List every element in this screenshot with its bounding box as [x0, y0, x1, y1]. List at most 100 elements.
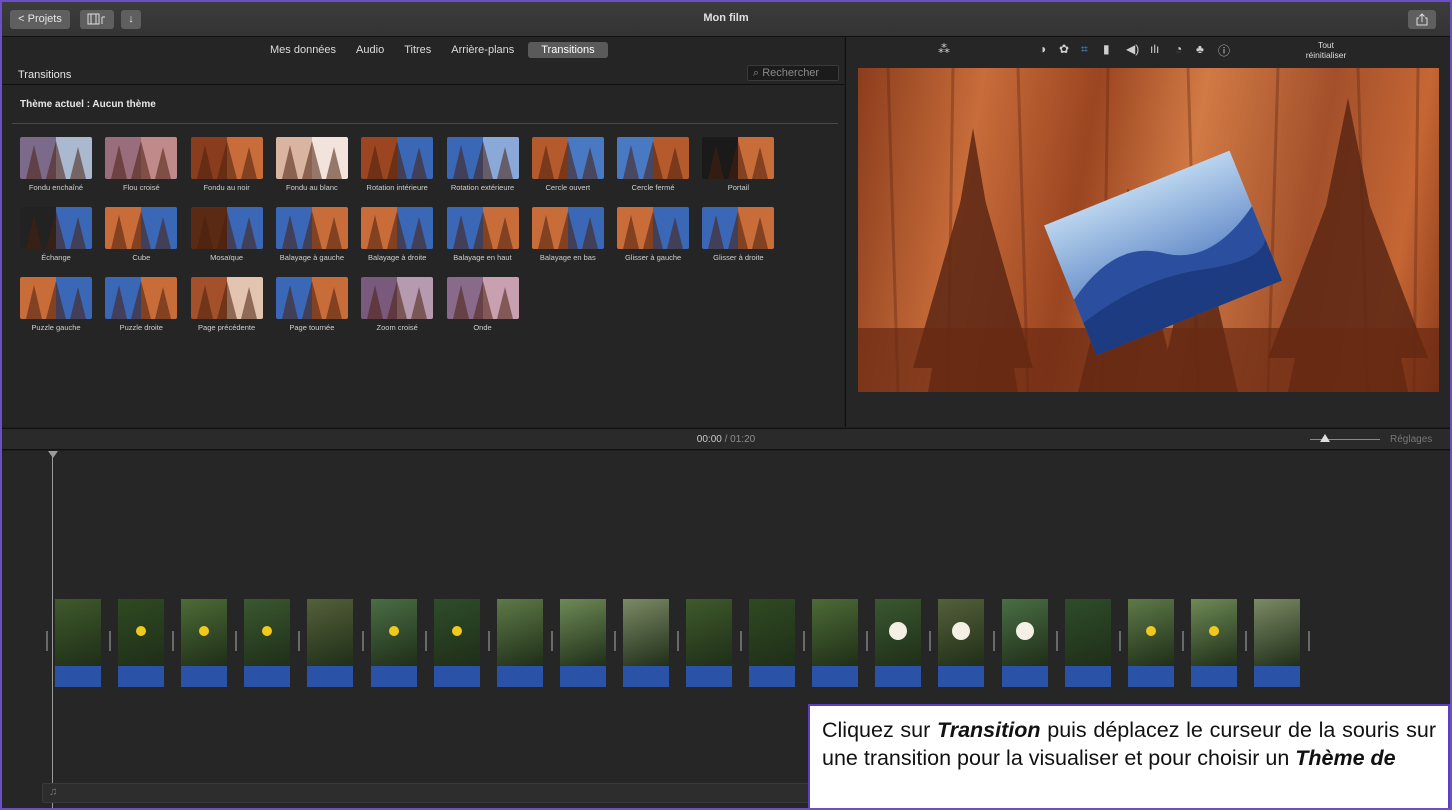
timeline-clip[interactable] — [1001, 599, 1048, 687]
transition-tile[interactable]: Cercle ouvert — [524, 137, 609, 197]
clip-thumbnail — [875, 599, 922, 666]
transition-tile[interactable]: Échange — [12, 207, 97, 267]
transition-tile[interactable]: Cube — [97, 207, 182, 267]
transition-slot[interactable] — [992, 631, 995, 651]
timeline-clip[interactable] — [244, 599, 291, 687]
transition-slot[interactable] — [613, 631, 616, 651]
filter-icon[interactable]: ♣ — [1196, 42, 1204, 56]
transition-tile[interactable]: Puzzle gauche — [12, 277, 97, 337]
transition-slot[interactable] — [1055, 631, 1058, 651]
timeline-clip[interactable] — [370, 599, 417, 687]
clip-thumbnail — [559, 599, 606, 666]
transition-slot[interactable] — [1244, 631, 1247, 651]
transition-slot[interactable] — [677, 631, 679, 651]
transition-slot[interactable] — [550, 631, 553, 651]
transition-tile[interactable]: Page précédente — [183, 277, 268, 337]
instruction-callout: Cliquez sur Transition puis déplacez le … — [808, 704, 1450, 808]
transition-slot[interactable] — [1308, 631, 1310, 651]
timeline-clip[interactable] — [1253, 599, 1300, 687]
window-title: Mon film — [703, 12, 749, 24]
timeline-clip[interactable] — [622, 599, 669, 687]
timeline-clip[interactable] — [496, 599, 543, 687]
transition-thumbnail — [702, 207, 775, 249]
tab-backgrounds[interactable]: Arrière-plans — [441, 42, 524, 58]
transition-tile[interactable]: Fondu au noir — [183, 137, 268, 197]
clip-audio-bar — [118, 666, 165, 687]
transition-slot[interactable] — [929, 631, 932, 651]
settings-button[interactable]: Réglages — [1390, 434, 1432, 445]
transition-tile[interactable]: Puzzle droite — [97, 277, 182, 337]
transition-tile[interactable]: Portail — [694, 137, 779, 197]
tab-titles[interactable]: Titres — [394, 42, 441, 58]
share-icon[interactable] — [1408, 10, 1436, 29]
transition-tile[interactable]: Mosaïque — [183, 207, 268, 267]
transition-slot[interactable] — [1181, 631, 1184, 651]
color-balance-icon[interactable]: ◑ — [1039, 42, 1046, 56]
timeline-clip[interactable] — [686, 599, 732, 687]
stabilization-icon[interactable]: ▮ — [1103, 42, 1110, 56]
transition-tile[interactable]: Balayage en bas — [524, 207, 609, 267]
transition-tile[interactable]: Zoom croisé — [353, 277, 438, 337]
transition-tile[interactable]: Glisser à gauche — [609, 207, 694, 267]
info-icon[interactable]: ⓘ — [1218, 42, 1230, 59]
transition-tile[interactable]: Page tournée — [268, 277, 353, 337]
timeline-clip[interactable] — [118, 599, 165, 687]
transition-slot[interactable] — [109, 631, 112, 651]
transition-label: Cercle ouvert — [545, 183, 591, 192]
tab-transitions[interactable]: Transitions — [528, 42, 608, 58]
transition-label: Balayage en bas — [539, 253, 596, 262]
timeline-clip[interactable] — [812, 599, 859, 687]
timeline-clip[interactable] — [181, 599, 228, 687]
transition-tile[interactable]: Onde — [439, 277, 524, 337]
transition-slot[interactable] — [361, 631, 364, 651]
tab-my-media[interactable]: Mes données — [260, 42, 346, 58]
timeline-clip[interactable] — [1064, 599, 1111, 687]
transition-slot[interactable] — [866, 631, 869, 651]
transition-tile[interactable]: Rotation extérieure — [439, 137, 524, 197]
transition-label: Page précédente — [198, 323, 256, 332]
search-input[interactable]: ⌕ Rechercher — [747, 65, 839, 81]
transition-tile[interactable]: Balayage à droite — [353, 207, 438, 267]
transition-slot[interactable] — [1118, 631, 1121, 651]
timeline-clip[interactable] — [433, 599, 480, 687]
equalizer-icon[interactable]: ılı — [1150, 42, 1159, 56]
timeline-clip[interactable] — [938, 599, 985, 687]
timeline-clip[interactable] — [307, 599, 354, 687]
magic-wand-icon[interactable]: ⁂ — [938, 42, 950, 56]
transition-slot[interactable] — [298, 631, 301, 651]
reset-all-button[interactable]: Tout réinitialiser — [1291, 40, 1361, 60]
transition-tile[interactable]: Cercle fermé — [609, 137, 694, 197]
volume-icon[interactable]: ◀) — [1126, 42, 1139, 56]
timeline-clip[interactable] — [875, 599, 922, 687]
transition-slot[interactable] — [487, 631, 490, 651]
transition-tile[interactable]: Flou croisé — [97, 137, 182, 197]
clip-audio-bar — [433, 666, 480, 687]
timeline-clip[interactable] — [559, 599, 606, 687]
transition-tile[interactable]: Fondu enchaîné — [12, 137, 97, 197]
timeline-clip[interactable] — [749, 599, 796, 687]
transition-label: Rotation intérieure — [366, 183, 428, 192]
timeline-clip[interactable] — [1190, 599, 1237, 687]
search-placeholder: Rechercher — [762, 67, 820, 79]
playhead[interactable] — [52, 451, 53, 808]
zoom-slider-knob[interactable] — [1320, 434, 1330, 442]
transition-slot[interactable] — [235, 631, 238, 651]
transition-tile[interactable]: Fondu au blanc — [268, 137, 353, 197]
playhead-handle[interactable] — [48, 451, 58, 458]
transition-slot[interactable] — [740, 631, 743, 651]
transition-slot[interactable] — [803, 631, 806, 651]
tab-audio[interactable]: Audio — [346, 42, 394, 58]
transition-slot[interactable] — [424, 631, 427, 651]
palette-icon[interactable]: ✿ — [1059, 42, 1069, 56]
speed-icon[interactable]: ◔ — [1175, 42, 1182, 56]
timeline-clip[interactable] — [1127, 599, 1174, 687]
timeline-clip[interactable] — [55, 599, 101, 687]
reset-line-1: Tout — [1317, 40, 1335, 50]
transition-tile[interactable]: Balayage en haut — [439, 207, 524, 267]
transition-slot[interactable] — [172, 631, 175, 651]
transition-tile[interactable]: Glisser à droite — [694, 207, 779, 267]
transition-tile[interactable]: Balayage à gauche — [268, 207, 353, 267]
transition-slot[interactable] — [46, 631, 48, 651]
crop-icon[interactable]: ⌗ — [1081, 42, 1088, 57]
transition-tile[interactable]: Rotation intérieure — [353, 137, 438, 197]
